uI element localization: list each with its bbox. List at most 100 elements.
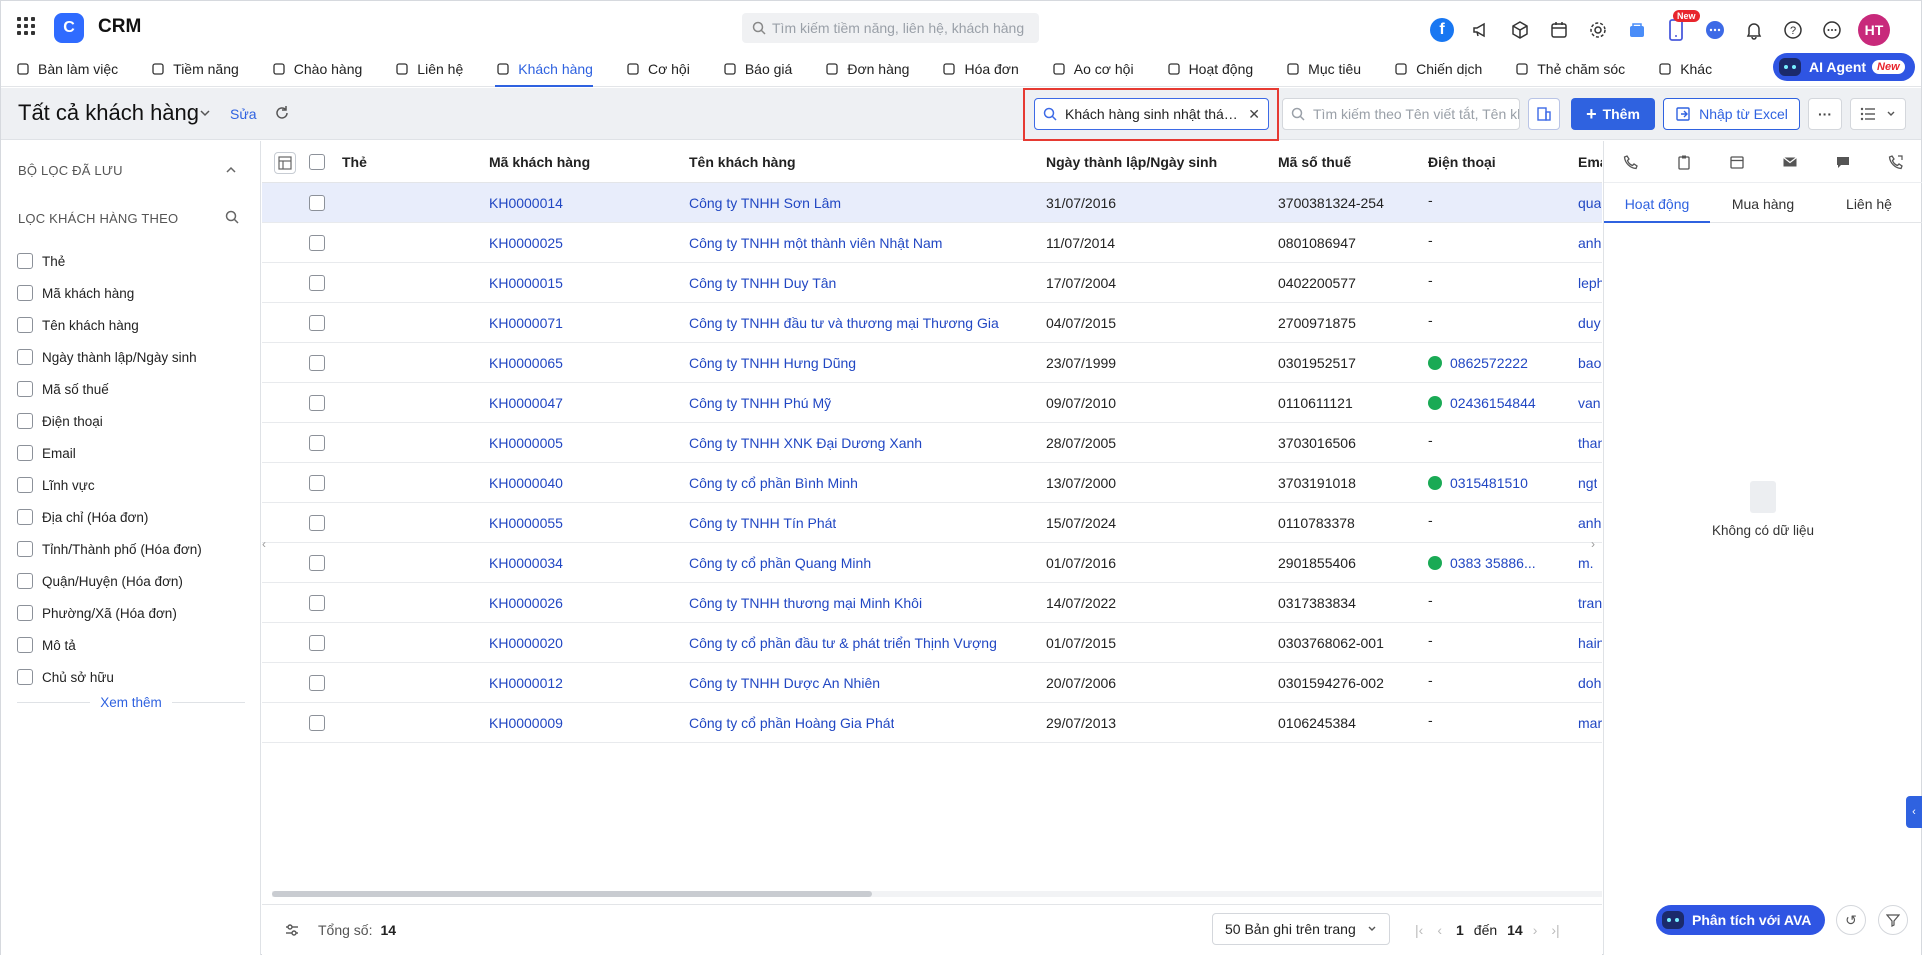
col-tax[interactable]: Mã số thuế [1278,141,1351,183]
row-checkbox[interactable] [309,583,334,623]
help-icon[interactable]: ? [1780,17,1806,43]
row-checkbox[interactable] [309,423,334,463]
row-checkbox[interactable] [309,223,334,263]
nav-item-1[interactable]: Tiềm năng [150,51,239,87]
duplicate-check-button[interactable] [1528,98,1560,130]
detail-tab-1[interactable]: Mua hàng [1710,185,1816,222]
cell-name[interactable]: Công ty cổ phần Hoàng Gia Phát [689,703,894,743]
row-checkbox[interactable] [309,623,334,663]
cell-email[interactable]: qua [1578,183,1601,223]
col-date[interactable]: Ngày thành lập/Ngày sinh [1046,141,1217,183]
cell-email[interactable]: ngt [1578,463,1597,503]
col-tag[interactable]: Thẻ [342,141,367,183]
cell-name[interactable]: Công ty TNHH Dược An Nhiên [689,663,880,703]
filter-item[interactable]: Mô tả [17,629,202,661]
cell-code[interactable]: KH0000005 [489,423,563,463]
nav-item-9[interactable]: Ao cơ hội [1051,51,1134,87]
cell-name[interactable]: Công ty cổ phần Bình Minh [689,463,858,503]
calendar-icon[interactable] [1729,154,1745,170]
view-mode-button[interactable] [1850,98,1906,130]
cell-code[interactable]: KH0000065 [489,343,563,383]
refresh-icon[interactable] [273,104,291,122]
cell-name[interactable]: Công ty cổ phần đầu tư & phát triển Thịn… [689,623,997,663]
filter-item[interactable]: Tỉnh/Thành phố (Hóa đơn) [17,533,202,565]
customer-search-input[interactable]: Tìm kiếm theo Tên viết tắt, Tên khách hà… [1282,98,1520,130]
whatsapp-icon[interactable] [1428,556,1442,570]
nav-item-2[interactable]: Chào hàng [271,51,362,87]
col-name[interactable]: Tên khách hàng [689,141,796,183]
cell-phone[interactable]: 0862572222 [1428,343,1528,383]
cell-code[interactable]: KH0000055 [489,503,563,543]
cell-name[interactable]: Công ty cổ phần Quang Minh [689,543,871,583]
chevron-down-icon[interactable] [199,107,211,119]
facebook-icon[interactable]: f [1429,17,1455,43]
import-excel-button[interactable]: Nhập từ Excel [1663,98,1800,130]
comment-icon[interactable] [1835,154,1851,170]
ai-agent-button[interactable]: AI Agent New [1773,53,1915,81]
row-checkbox[interactable] [309,383,334,423]
cell-email[interactable]: hain [1578,623,1602,663]
table-row[interactable]: KH0000026 Công ty TNHH thương mại Minh Kh… [262,583,1602,623]
bell-icon[interactable] [1741,17,1767,43]
collapse-sidebar-icon[interactable]: ‹ [262,537,272,561]
ava-analysis-button[interactable]: Phân tích với AVA [1656,905,1826,935]
page-title[interactable]: Tất cả khách hàng [18,100,199,126]
nav-item-7[interactable]: Đơn hàng [824,51,909,87]
cell-code[interactable]: KH0000015 [489,263,563,303]
cell-code[interactable]: KH0000034 [489,543,563,583]
table-row[interactable]: KH0000055 Công ty TNHH Tín Phát 15/07/2024… [262,503,1602,543]
filter-item[interactable]: Ngày thành lập/Ngày sinh [17,341,202,373]
cell-email[interactable]: bao [1578,343,1601,383]
filter-icon[interactable] [1878,905,1908,935]
row-checkbox[interactable] [309,543,334,583]
cell-email[interactable]: duy [1578,303,1601,343]
horizontal-scrollbar[interactable] [272,891,1602,897]
row-checkbox[interactable] [309,663,334,703]
filter-checkbox[interactable] [17,445,33,461]
table-row[interactable]: KH0000071 Công ty TNHH đầu tư và thương m… [262,303,1602,343]
clipboard-icon[interactable] [1676,154,1692,170]
filter-item[interactable]: Điện thoại [17,405,202,437]
global-search-input[interactable]: Tìm kiếm tiềm năng, liên hệ, khách hàng [742,13,1039,43]
filter-item[interactable]: Địa chỉ (Hóa đơn) [17,501,202,533]
col-phone[interactable]: Điện thoại [1428,141,1496,183]
table-row[interactable]: KH0000009 Công ty cổ phần Hoàng Gia Phát 2… [262,703,1602,743]
cell-email[interactable]: than [1578,423,1602,463]
cell-name[interactable]: Công ty TNHH một thành viên Nhật Nam [689,223,942,263]
cell-code[interactable]: KH0000020 [489,623,563,663]
cell-email[interactable]: doh [1578,663,1601,703]
cell-name[interactable]: Công ty TNHH XNK Đại Dương Xanh [689,423,922,463]
cell-code[interactable]: KH0000025 [489,223,563,263]
row-checkbox[interactable] [309,703,334,743]
see-more-link[interactable]: Xem thêm [17,695,245,710]
prev-page-icon[interactable]: ‹ [1437,922,1442,938]
table-row[interactable]: KH0000034 Công ty cổ phần Quang Minh 01/07… [262,543,1602,583]
nav-item-5[interactable]: Cơ hội [625,51,690,87]
nav-item-12[interactable]: Chiến dịch [1393,51,1482,87]
close-icon[interactable]: ✕ [1248,106,1260,123]
scrollbar-thumb[interactable] [272,891,872,897]
filter-item[interactable]: Email [17,437,202,469]
detail-tab-0[interactable]: Hoạt động [1604,185,1710,223]
expand-side-tab[interactable]: ‹ [1906,796,1922,828]
phone-icon[interactable] [1623,154,1639,170]
cell-email[interactable]: anh [1578,223,1601,263]
nav-item-8[interactable]: Hóa đơn [941,51,1019,87]
nav-item-4[interactable]: Khách hàng [495,51,593,87]
sliders-icon[interactable] [284,922,300,938]
last-page-icon[interactable]: ›| [1551,922,1559,938]
select-all-checkbox[interactable] [309,141,334,183]
cell-email[interactable]: tran [1578,583,1602,623]
table-row[interactable]: KH0000012 Công ty TNHH Dược An Nhiên 20/07… [262,663,1602,703]
filter-item[interactable]: Mã số thuế [17,373,202,405]
nav-item-13[interactable]: Thẻ chăm sóc [1514,51,1625,87]
cell-phone[interactable]: 02436154844 [1428,383,1536,423]
app-launcher-icon[interactable] [17,17,35,35]
cell-name[interactable]: Công ty TNHH Sơn Lâm [689,183,841,223]
table-row[interactable]: KH0000040 Công ty cổ phần Bình Minh 13/07/… [262,463,1602,503]
cell-email[interactable]: mar [1578,703,1602,743]
cell-code[interactable]: KH0000040 [489,463,563,503]
cell-phone[interactable]: 0315481510 [1428,463,1528,503]
filter-checkbox[interactable] [17,541,33,557]
cell-name[interactable]: Công ty TNHH thương mại Minh Khôi [689,583,922,623]
